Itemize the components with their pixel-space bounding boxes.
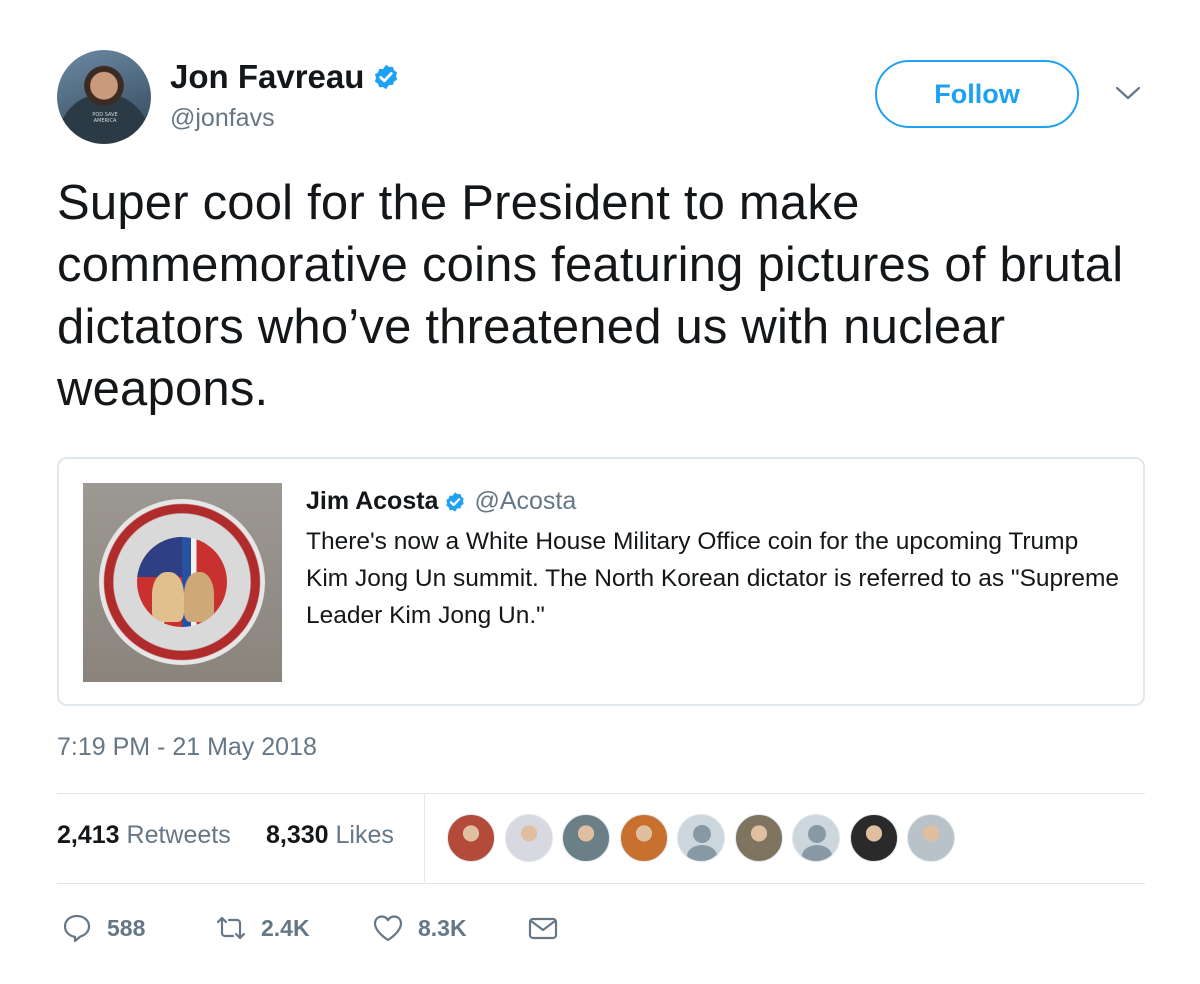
stats-bottom-divider <box>57 883 1145 884</box>
direct-message-button[interactable] <box>527 908 559 948</box>
retweet-icon <box>216 916 246 940</box>
quoted-author-name: Jim Acosta <box>306 487 439 515</box>
verified-badge-icon <box>375 64 398 90</box>
likes-stat[interactable]: 8,330 Likes <box>266 821 394 850</box>
tweet-stats: 2,413 Retweets 8,330 Likes <box>57 794 1145 882</box>
quoted-tweet[interactable]: Jim Acosta @Acosta There's now a White H… <box>57 457 1145 706</box>
liked-by-avatar[interactable] <box>907 814 955 862</box>
author-avatar[interactable]: POD SAVE AMERICA <box>57 50 151 144</box>
reply-button[interactable]: 588 <box>61 908 145 948</box>
follow-button[interactable]: Follow <box>875 60 1079 128</box>
envelope-icon <box>528 917 558 940</box>
tweet-timestamp[interactable]: 7:19 PM - 21 May 2018 <box>57 733 317 762</box>
tweet-actions: 588 2.4K 8.3K <box>57 908 657 952</box>
like-count: 8.3K <box>418 914 467 941</box>
liked-by-avatars <box>447 814 965 862</box>
reply-count: 588 <box>107 914 146 941</box>
likes-label: Likes <box>335 821 394 849</box>
verified-badge-icon <box>446 491 465 512</box>
liked-by-avatar[interactable] <box>734 814 783 862</box>
author-handle[interactable]: @jonfavs <box>170 104 275 133</box>
liked-by-avatar[interactable] <box>447 814 495 862</box>
liked-by-avatar[interactable] <box>677 814 725 862</box>
stats-vertical-divider <box>424 794 425 882</box>
retweets-label: Retweets <box>126 821 231 849</box>
liked-by-avatar[interactable] <box>504 814 553 862</box>
like-button[interactable]: 8.3K <box>372 908 467 948</box>
author-name[interactable]: Jon Favreau <box>170 58 364 96</box>
likes-count: 8,330 <box>266 821 329 849</box>
heart-icon <box>373 915 403 942</box>
retweets-stat[interactable]: 2,413 Retweets <box>57 821 231 850</box>
quoted-author-row: Jim Acosta @Acosta <box>306 487 576 516</box>
chevron-down-icon[interactable] <box>1114 83 1142 103</box>
retweet-button[interactable]: 2.4K <box>215 908 310 948</box>
retweets-count: 2,413 <box>57 821 120 849</box>
liked-by-avatar[interactable] <box>562 814 610 862</box>
quoted-author-handle: @Acosta <box>474 487 577 515</box>
tweet-header: POD SAVE AMERICA Jon Favreau @jonfavs Fo… <box>57 50 1157 150</box>
coin-photo <box>99 499 265 665</box>
retweet-count: 2.4K <box>261 914 310 941</box>
liked-by-avatar[interactable] <box>849 814 898 862</box>
liked-by-avatar[interactable] <box>792 814 840 862</box>
coin-center-design <box>137 537 227 627</box>
author-name-row: Jon Favreau <box>170 58 400 96</box>
liked-by-avatar[interactable] <box>619 814 668 862</box>
tweet-text: Super cool for the President to make com… <box>57 176 1124 416</box>
reply-icon <box>63 914 91 943</box>
avatar-shirt-text: POD SAVE AMERICA <box>92 112 118 124</box>
quoted-tweet-text: There's now a White House Military Offic… <box>306 528 1119 629</box>
quoted-tweet-image[interactable] <box>83 483 282 682</box>
